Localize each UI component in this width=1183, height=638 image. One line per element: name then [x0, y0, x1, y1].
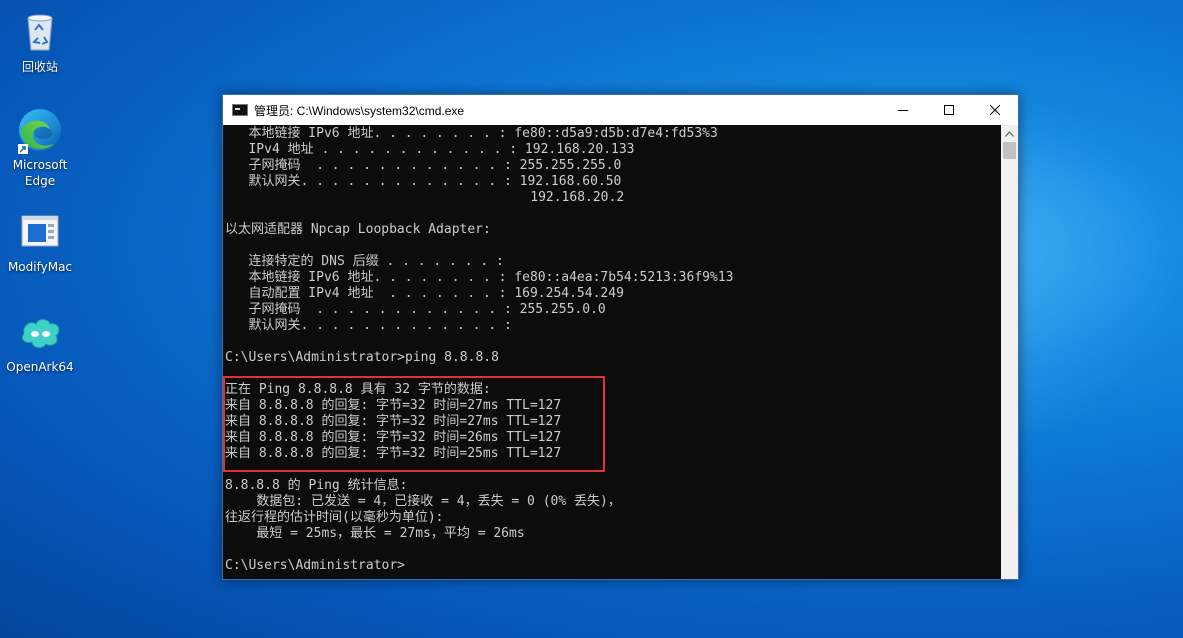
maximize-icon [944, 105, 954, 115]
console-line: 默认网关. . . . . . . . . . . . . : [225, 318, 512, 333]
console-line: 子网掩码 . . . . . . . . . . . . : 255.255.2… [225, 158, 622, 173]
window-title: 管理员: C:\Windows\system32\cmd.exe [254, 103, 465, 118]
console-line: C:\Users\Administrator>ping 8.8.8.8 [225, 350, 499, 365]
desktop-icon-modifymac[interactable]: ModifyMac [0, 208, 80, 275]
console-output[interactable]: 本地链接 IPv6 地址. . . . . . . . : fe80::d5a9… [223, 125, 1001, 579]
title-bar[interactable]: 管理员: C:\Windows\system32\cmd.exe [223, 95, 1018, 125]
scroll-up-button[interactable] [1001, 125, 1018, 142]
scroll-thumb[interactable] [1003, 142, 1016, 159]
desktop: 回收站 Microsoft Edge ModifyMac OpenArk64 管… [0, 0, 1183, 638]
recycle-bin-icon [27, 14, 53, 51]
vertical-scrollbar[interactable] [1001, 125, 1018, 579]
cmd-app-icon [232, 104, 248, 116]
console-line: 以太网适配器 Npcap Loopback Adapter: [225, 222, 491, 237]
console-line: 本地链接 IPv6 地址. . . . . . . . : fe80::d5a9… [225, 126, 718, 141]
openark-icon [21, 319, 60, 349]
minimize-button[interactable] [880, 95, 926, 125]
desktop-icon-recycle-bin[interactable]: 回收站 [0, 8, 80, 75]
console-line: 自动配置 IPv4 地址 . . . . . . . : 169.254.54.… [225, 286, 624, 301]
console-line: 子网掩码 . . . . . . . . . . . . : 255.255.0… [225, 302, 606, 317]
console-line: 8.8.8.8 的 Ping 统计信息: [225, 478, 408, 493]
desktop-icon-label: OpenArk64 [6, 360, 74, 374]
desktop-icon-label: ModifyMac [7, 260, 73, 274]
desktop-icon-label: 回收站 [21, 60, 58, 74]
minimize-icon [898, 110, 908, 111]
console-line: 往返行程的估计时间(以毫秒为单位): [225, 510, 444, 525]
console-line: 连接特定的 DNS 后缀 . . . . . . . : [225, 254, 504, 269]
cmd-window[interactable]: 管理员: C:\Windows\system32\cmd.exe 本地链接 IP… [222, 94, 1019, 580]
desktop-icon-label: Microsoft Edge [12, 158, 68, 188]
console-line: C:\Users\Administrator> [225, 558, 406, 573]
shortcut-arrow-icon [18, 144, 28, 154]
ping-reply-highlight [223, 376, 605, 472]
console-line: 本地链接 IPv6 地址. . . . . . . . : fe80::a4ea… [225, 270, 734, 285]
close-icon [990, 105, 1000, 115]
console-line: 默认网关. . . . . . . . . . . . . : 192.168.… [225, 174, 622, 189]
console-line: 数据包: 已发送 = 4，已接收 = 4，丢失 = 0 (0% 丢失)， [225, 494, 621, 509]
console-line: 192.168.20.2 [225, 190, 625, 205]
console-line: IPv4 地址 . . . . . . . . . . . . : 192.16… [225, 142, 635, 157]
chevron-up-icon [1005, 130, 1014, 137]
console-line: 最短 = 25ms，最长 = 27ms，平均 = 26ms [225, 526, 525, 541]
desktop-icon-edge[interactable]: Microsoft Edge [0, 106, 80, 189]
close-button[interactable] [972, 95, 1018, 125]
modifymac-icon [21, 215, 59, 247]
desktop-icon-openark[interactable]: OpenArk64 [0, 308, 80, 375]
maximize-button[interactable] [926, 95, 972, 125]
